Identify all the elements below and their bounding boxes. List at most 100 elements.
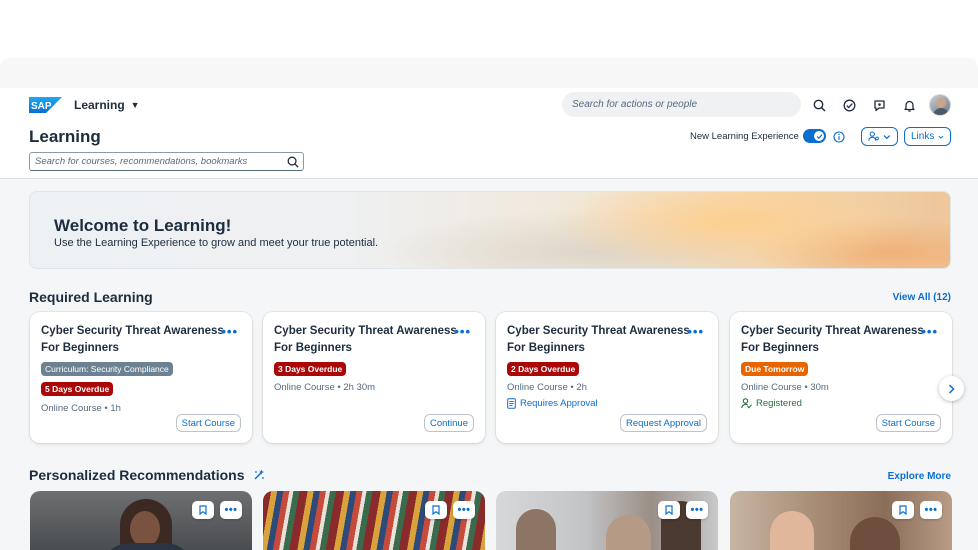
window-top-strip — [0, 58, 978, 88]
more-options-button[interactable]: ••• — [920, 501, 942, 519]
app-title-menu[interactable]: Learning ▼ — [74, 98, 140, 112]
welcome-banner: Welcome to Learning! Use the Learning Ex… — [29, 191, 951, 269]
recommendation-card-1[interactable]: ••• — [30, 491, 252, 550]
course-title: Cyber Security Threat Awareness For Begi… — [741, 325, 924, 354]
banner-title: Welcome to Learning! — [54, 216, 232, 235]
registered-person-icon — [741, 398, 752, 409]
task-check-icon[interactable] — [841, 97, 857, 113]
course-title: Cyber Security Threat Awareness For Begi… — [41, 325, 224, 354]
overdue-tag: 3 Days Overdue — [274, 362, 347, 376]
search-icon[interactable] — [287, 156, 299, 171]
curriculum-tag: Curriculum: Security Compliance — [41, 362, 173, 376]
photo-person — [850, 517, 900, 550]
more-options-button[interactable]: ••• — [453, 501, 475, 519]
avatar-body — [933, 108, 949, 115]
course-search-placeholder: Search for courses, recommendations, boo… — [35, 156, 248, 167]
more-options-icon[interactable]: ••• — [687, 324, 704, 339]
recommendation-card-2[interactable]: ••• — [263, 491, 485, 550]
photo-person-shirt — [100, 543, 195, 550]
chevron-right-icon — [948, 383, 955, 394]
user-avatar[interactable] — [929, 94, 951, 116]
recommendation-actions: ••• — [658, 501, 708, 519]
status-text: Registered — [756, 398, 802, 409]
shell-search-input[interactable]: Search for actions or people — [562, 92, 801, 117]
registered-status: Registered — [741, 398, 802, 409]
course-title: Cyber Security Threat Awareness For Begi… — [507, 325, 690, 354]
bookmark-icon — [899, 505, 907, 515]
recommendation-card-3[interactable]: ••• — [496, 491, 718, 550]
bell-icon[interactable] — [901, 97, 917, 113]
search-icon[interactable] — [811, 97, 827, 113]
info-icon[interactable] — [833, 130, 845, 148]
recommendation-card-4[interactable]: ••• — [730, 491, 952, 550]
start-course-button[interactable]: Start Course — [875, 414, 941, 432]
bookmark-icon — [665, 505, 673, 515]
course-title: Cyber Security Threat Awareness For Begi… — [274, 325, 457, 354]
top-blank-area — [0, 0, 978, 88]
course-card-2[interactable]: Cyber Security Threat Awareness For Begi… — [263, 312, 485, 443]
explore-more-link[interactable]: Explore More — [888, 471, 951, 482]
person-settings-icon — [868, 131, 879, 141]
sap-logo-text: SAP — [31, 101, 52, 112]
photo-person-face — [130, 511, 160, 547]
shell-search-placeholder: Search for actions or people — [572, 99, 698, 110]
recommendation-actions: ••• — [892, 501, 942, 519]
personalized-recommendations-title: Personalized Recommendations — [29, 467, 265, 483]
links-label: Links — [911, 131, 935, 142]
assistant-chat-icon[interactable] — [871, 97, 887, 113]
check-icon — [816, 133, 822, 139]
required-learning-title: Required Learning — [29, 289, 153, 305]
carousel-next-button[interactable] — [939, 376, 964, 401]
course-card-4[interactable]: Cyber Security Threat Awareness For Begi… — [730, 312, 952, 443]
course-card-1[interactable]: Cyber Security Threat Awareness For Begi… — [30, 312, 252, 443]
overdue-tag: 5 Days Overdue — [41, 382, 114, 396]
people-settings-button[interactable] — [861, 127, 898, 146]
course-meta: Online Course • 1h — [41, 403, 121, 414]
chevron-down-icon — [883, 134, 891, 139]
photo-person — [516, 509, 556, 550]
banner-subtitle: Use the Learning Experience to grow and … — [54, 237, 379, 249]
new-learning-experience-label: New Learning Experience — [690, 131, 799, 142]
app-title-text: Learning — [74, 98, 125, 112]
ai-sparkle-icon[interactable] — [253, 469, 265, 481]
course-meta: Online Course • 2h — [507, 382, 587, 393]
caret-down-icon: ▼ — [130, 100, 140, 110]
photo-person — [770, 511, 814, 550]
links-menu-button[interactable]: Links — [904, 127, 951, 146]
recommendation-actions: ••• — [425, 501, 475, 519]
document-icon — [507, 398, 516, 409]
more-options-button[interactable]: ••• — [220, 501, 242, 519]
shell-bar: SAP Learning ▼ Search for actions or peo… — [0, 88, 978, 122]
bookmark-button[interactable] — [425, 501, 447, 519]
page-title: Learning — [29, 127, 101, 146]
required-learning-title-text: Required Learning — [29, 289, 153, 305]
page-header: Learning Search for courses, recommendat… — [0, 122, 978, 179]
requires-approval-status: Requires Approval — [507, 398, 598, 409]
start-course-button[interactable]: Start Course — [175, 414, 241, 432]
course-meta: Online Course • 2h 30m — [274, 382, 376, 393]
course-card-3[interactable]: Cyber Security Threat Awareness For Begi… — [496, 312, 718, 443]
avatar-head — [936, 98, 946, 108]
bookmark-button[interactable] — [658, 501, 680, 519]
overdue-tag: 2 Days Overdue — [507, 362, 580, 376]
request-approval-button[interactable]: Request Approval — [620, 414, 707, 432]
bookmark-button[interactable] — [192, 501, 214, 519]
view-all-link[interactable]: View All (12) — [893, 292, 951, 303]
more-options-button[interactable]: ••• — [686, 501, 708, 519]
new-learning-experience-toggle[interactable] — [803, 129, 826, 143]
status-text: Requires Approval — [520, 398, 598, 409]
continue-button[interactable]: Continue — [423, 414, 474, 432]
toggle-knob — [814, 131, 824, 141]
more-options-icon[interactable]: ••• — [454, 324, 471, 339]
bookmark-icon — [199, 505, 207, 515]
photo-person — [606, 515, 651, 550]
recommendations-title-text: Personalized Recommendations — [29, 467, 245, 483]
chevron-down-icon — [938, 135, 944, 139]
bookmark-button[interactable] — [892, 501, 914, 519]
more-options-icon[interactable]: ••• — [221, 324, 238, 339]
more-options-icon[interactable]: ••• — [921, 324, 938, 339]
sap-logo[interactable]: SAP — [29, 97, 62, 113]
bookmark-icon — [432, 505, 440, 515]
course-search-input[interactable]: Search for courses, recommendations, boo… — [29, 152, 304, 171]
recommendation-actions: ••• — [192, 501, 242, 519]
